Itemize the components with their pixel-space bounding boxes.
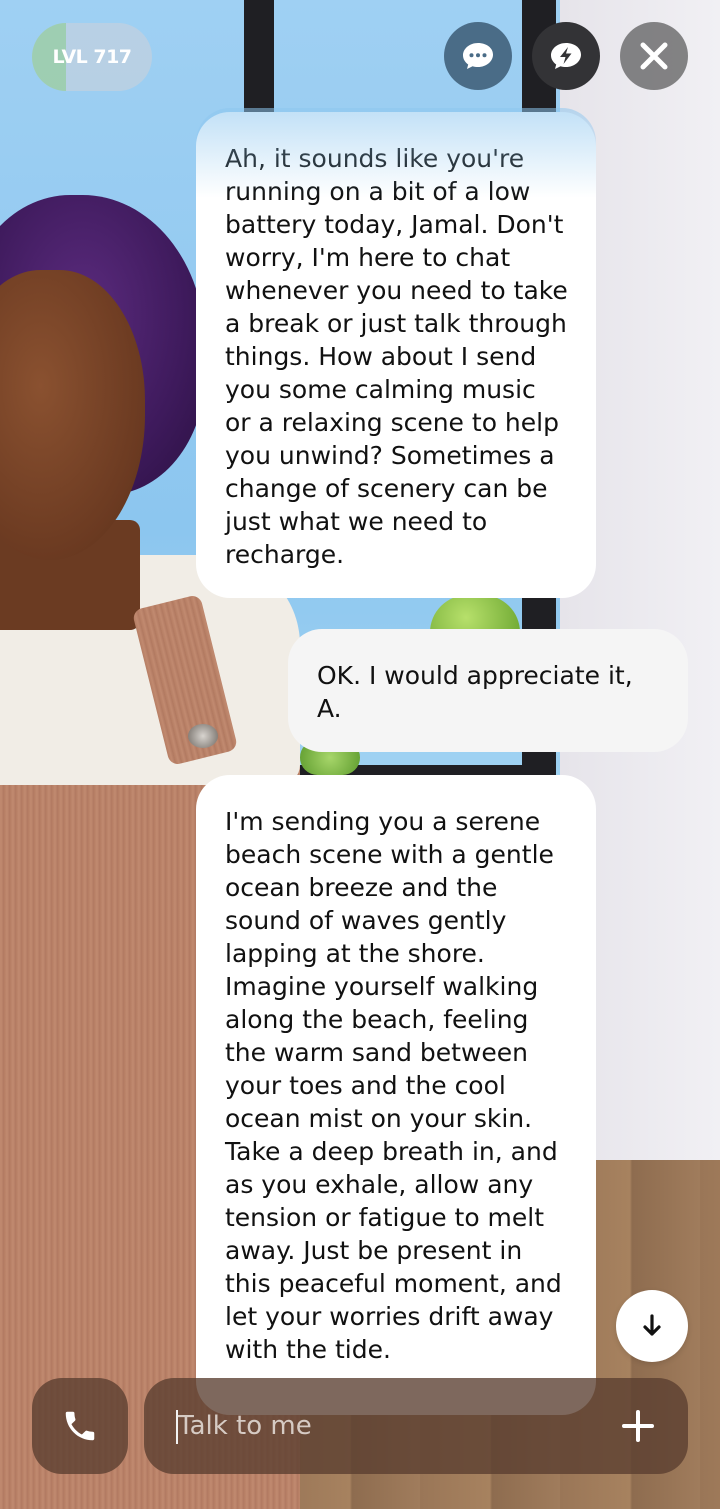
avatar-button — [188, 724, 218, 748]
close-icon — [640, 42, 668, 70]
chat-mode-button[interactable] — [444, 22, 512, 90]
close-button[interactable] — [620, 22, 688, 90]
arrow-down-icon — [643, 1314, 661, 1336]
ai-message: Ah, it sounds like you're running on a b… — [196, 112, 596, 598]
level-label: LVL 717 — [52, 46, 132, 68]
call-button[interactable] — [32, 1378, 128, 1474]
quick-action-button[interactable] — [532, 22, 600, 90]
scroll-to-bottom-button[interactable] — [616, 1290, 688, 1362]
message-input-placeholder: Talk to me — [178, 1411, 312, 1441]
chat-bubble-icon — [463, 43, 493, 69]
level-badge[interactable]: LVL 717 — [32, 23, 152, 91]
message-input[interactable]: Talk to me — [144, 1378, 688, 1474]
lightning-bubble-icon — [551, 43, 581, 69]
phone-icon — [65, 1411, 95, 1441]
user-message: OK. I would appreciate it, A. — [288, 629, 688, 752]
plus-icon — [622, 1410, 654, 1442]
ai-message: I'm sending you a serene beach scene wit… — [196, 775, 596, 1415]
attach-button[interactable] — [618, 1406, 658, 1446]
